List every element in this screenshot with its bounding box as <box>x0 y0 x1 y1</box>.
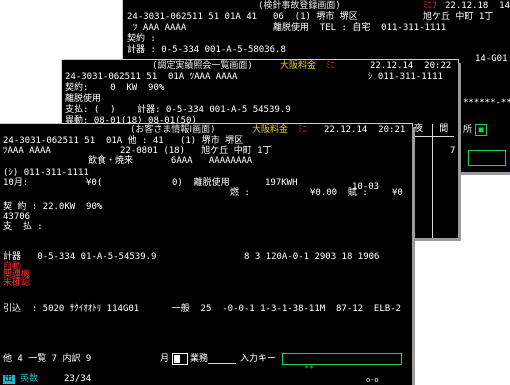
usage-info: 0) 離脱使用 <box>172 178 230 188</box>
date-address: 22-0801 (18) 旭ケ丘 中町 1丁 <box>120 146 272 156</box>
month-input[interactable] <box>172 353 188 365</box>
payment-meter-line: 支払: ( ) 計器: 0-5-334 001-A-5 54539.9 <box>65 105 291 115</box>
payment-label: 支 払 : <box>3 222 43 232</box>
work-field-label: 業務 <box>190 354 209 364</box>
window-datetime: 22.12.14 20:22 <box>370 61 452 71</box>
fuel-label: 燃 : <box>230 188 250 198</box>
red-mark: ﾐﾆﾌ <box>423 1 437 11</box>
branch-red-mark: ﾐﾆ <box>326 61 336 71</box>
window-datetime: 22.12.14 20:21 <box>324 125 406 135</box>
input-key-label: 入力キー <box>240 354 277 364</box>
window-title: (お客さま情報Ⅰ画面) <box>130 125 216 135</box>
meter-detail: 8 3 120A-0-1 2903 18 1906 <box>244 252 380 262</box>
usage-type: 離脱使用 <box>65 94 102 104</box>
contract-line: 契約: 0 KW 90% <box>65 83 165 93</box>
branch-red-mark: ﾐﾆ <box>298 125 308 135</box>
levy-amount: ¥0 <box>392 188 403 198</box>
customer-name: ﾂ AAA AAAA <box>133 23 187 33</box>
input-cursor <box>174 355 180 363</box>
usage-phone: 離脱使用 TEL : 自宅 011-311-1111 <box>273 23 447 33</box>
contract-line: 契 約 : 22.0KW 90% <box>3 202 103 212</box>
green-checkbox[interactable]: ■ <box>475 124 487 136</box>
month-field-label: 月 <box>160 354 170 364</box>
input-key-field[interactable]: ** <box>282 353 402 373</box>
right-code: 14-G01 <box>475 54 508 64</box>
masked-field: ******-** <box>463 98 510 108</box>
customer-id: 24-3031-062511 51 01A ﾂAAA AAAA <box>65 72 238 82</box>
grid-line <box>432 124 433 238</box>
input-key-value: ** <box>304 364 314 373</box>
phone: (ｼ) 011-311-1111 <box>3 168 89 178</box>
page-counter: 23/34 <box>64 374 92 384</box>
customer-info-window: (お客さま情報Ⅰ画面) 大阪料金 ﾐﾆ 22.12.14 20:21 24-30… <box>0 124 412 385</box>
branch-label: 大阪料金 <box>280 61 317 71</box>
branch-label: 大阪料金 <box>252 125 289 135</box>
address-town: 旭ケ丘 中町 1丁 <box>423 12 494 22</box>
customer-id: 24-3031-062511 51 01A 41 <box>127 12 258 22</box>
status-mode-a: 出 <box>4 374 14 384</box>
fuel-amount: ¥0.00 賦 : <box>310 188 368 198</box>
service-drop-line: 引込 : 5020 ｻｸｲｵｵﾄﾘ 114G01 一般 25 -0-0-1 1-… <box>3 304 402 314</box>
phone: ｼ 011-311-1111 <box>368 72 443 82</box>
work-input[interactable] <box>208 353 236 364</box>
status-unconfirmed: 未確認 <box>3 278 31 288</box>
function-keys[interactable]: 他 4 一覧 7 内訳 9 <box>3 354 91 365</box>
status-mode-b: 英数 <box>20 374 39 384</box>
window-datetime: 22.12.18 14: <box>445 1 510 11</box>
amount: ¥0( <box>86 178 103 188</box>
window-title: (調定実績照会一覧画面) <box>152 61 253 71</box>
side-number: 7 <box>450 146 456 156</box>
status-right: o-o <box>366 376 379 384</box>
business-type: 飲食・焼来 6AAA AAAAAAAA <box>88 156 253 166</box>
customer-name: ﾂAAA AAAA <box>3 146 51 156</box>
contract-code: 43706 <box>3 212 31 222</box>
kwh-value: 197KWH <box>265 178 298 188</box>
window-title: (検針事故登録画面) <box>258 1 341 11</box>
grid-line <box>412 136 454 137</box>
meter-line: 計器 : 0-5-334 001-A-5-58036.8 <box>127 45 286 55</box>
address-line: 06 (1) 堺市 堺区 <box>273 12 358 22</box>
input-box[interactable] <box>468 150 506 166</box>
location-label: 所 <box>463 125 473 135</box>
meter-line: 計器 0-5-334 01-A-5-54539.9 <box>3 252 157 262</box>
contract-label: 契約 : <box>127 34 156 44</box>
customer-id-address: 24-3031-062511 51 01A 他 : 41 (1) 堺市 堺区 <box>3 136 244 146</box>
month-label: 10月: <box>3 178 29 188</box>
